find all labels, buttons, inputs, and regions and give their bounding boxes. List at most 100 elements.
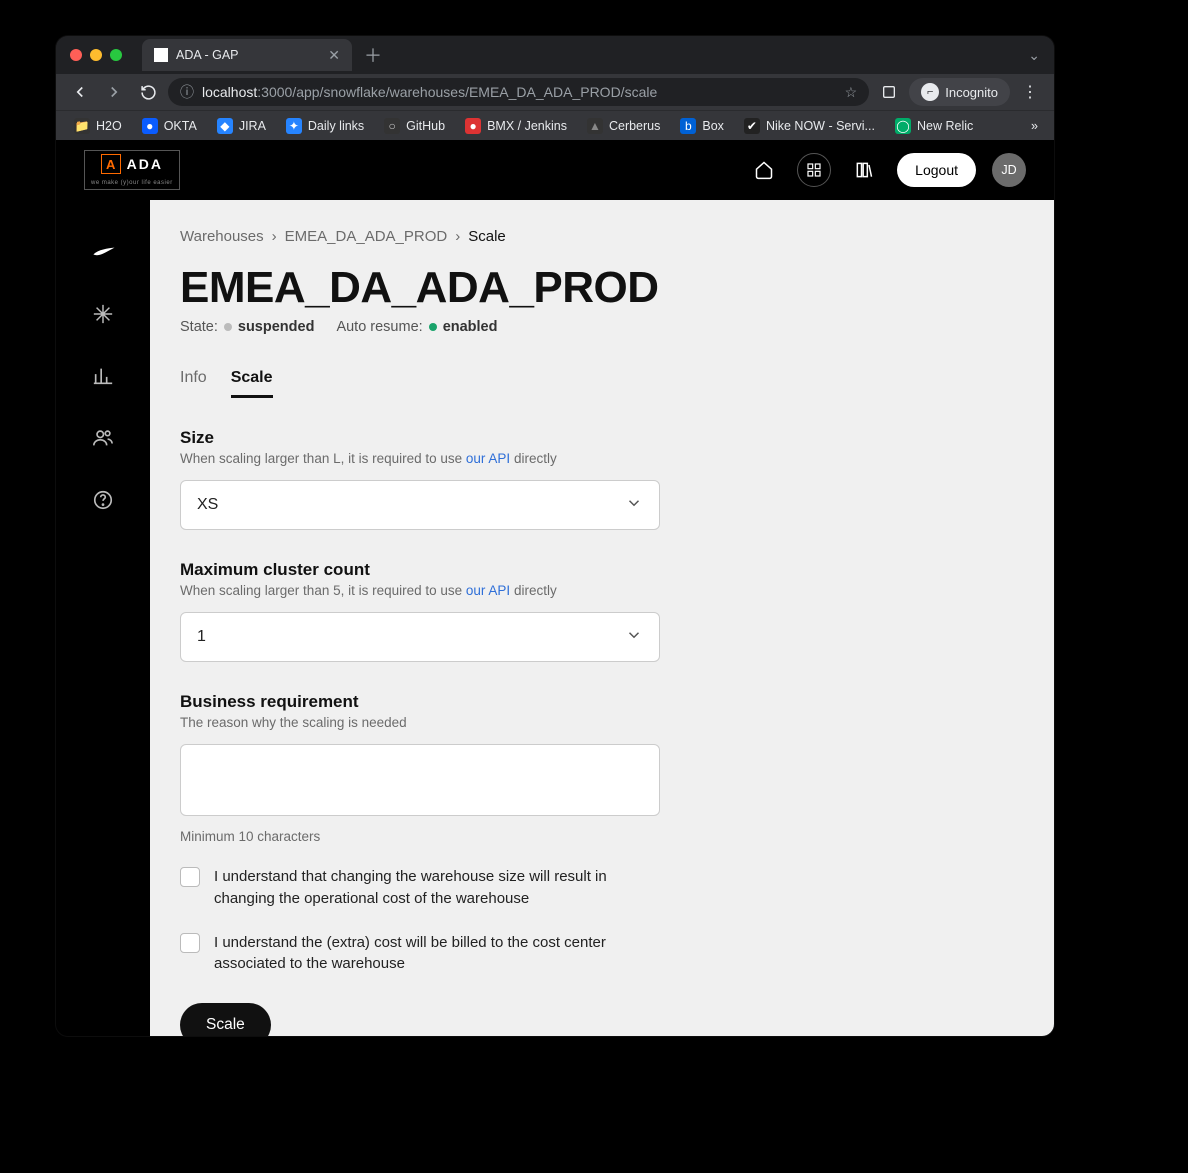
- state-label: State:: [180, 319, 218, 335]
- chevron-right-icon: ›: [272, 228, 277, 245]
- incognito-indicator[interactable]: ⌐ Incognito: [909, 78, 1010, 106]
- window-expand-icon[interactable]: ⌄: [1028, 47, 1040, 64]
- window-close-icon[interactable]: [70, 49, 82, 61]
- home-icon[interactable]: [747, 153, 781, 187]
- bookmark-item[interactable]: ✦Daily links: [278, 114, 372, 138]
- logo-mark-icon: A: [101, 154, 121, 174]
- bookmark-label: BMX / Jenkins: [487, 119, 567, 133]
- tab-scale[interactable]: Scale: [231, 369, 273, 398]
- bookmark-favicon-icon: ✦: [286, 118, 302, 134]
- bookmark-item[interactable]: 📁 H2O: [66, 114, 130, 138]
- cluster-help: When scaling larger than 5, it is requir…: [180, 583, 660, 598]
- logout-button[interactable]: Logout: [897, 153, 976, 187]
- help-text: directly: [510, 451, 557, 466]
- size-help: When scaling larger than L, it is requir…: [180, 451, 660, 466]
- bookmark-favicon-icon: ◯: [895, 118, 911, 134]
- bookmark-favicon-icon: ▲: [587, 118, 603, 134]
- bookmark-label: Cerberus: [609, 119, 660, 133]
- api-link[interactable]: our API: [466, 451, 510, 466]
- url-host: localhost: [202, 84, 257, 100]
- cluster-label: Maximum cluster count: [180, 560, 660, 580]
- reason-textarea[interactable]: [180, 744, 660, 816]
- ack-row-2: I understand the (extra) cost will be bi…: [180, 932, 660, 976]
- bookmarks-overflow-icon[interactable]: »: [1025, 119, 1044, 133]
- autoresume-label: Auto resume:: [336, 319, 422, 335]
- size-section: Size When scaling larger than L, it is r…: [180, 428, 660, 530]
- help-text: directly: [510, 583, 557, 598]
- app-frame: A ADA we make (y)our life easier Logout …: [56, 140, 1054, 1036]
- bookmark-item[interactable]: ✔ Nike NOW - Servi...: [736, 114, 883, 138]
- ack2-label: I understand the (extra) cost will be bi…: [214, 932, 660, 976]
- browser-tab[interactable]: ADA - GAP ✕: [142, 39, 352, 71]
- bookmark-favicon-icon: ●: [142, 118, 158, 134]
- bookmark-item[interactable]: ○GitHub: [376, 114, 453, 138]
- breadcrumb-item[interactable]: EMEA_DA_ADA_PROD: [285, 228, 448, 245]
- reason-min-help: Minimum 10 characters: [180, 829, 660, 844]
- content-tabs: Info Scale: [180, 369, 1024, 398]
- size-select[interactable]: XS: [180, 480, 660, 530]
- users-icon[interactable]: [91, 426, 115, 450]
- scale-submit-button[interactable]: Scale: [180, 1003, 271, 1036]
- autoresume-value: enabled: [443, 319, 498, 335]
- incognito-label: Incognito: [945, 85, 998, 100]
- url-path: :3000/app/snowflake/warehouses/EMEA_DA_A…: [257, 84, 657, 100]
- nav-forward-button[interactable]: [100, 78, 128, 106]
- breadcrumb-current: Scale: [468, 228, 506, 245]
- left-rail: [56, 200, 150, 1036]
- bookmark-label: Nike NOW - Servi...: [766, 119, 875, 133]
- cluster-section: Maximum cluster count When scaling large…: [180, 560, 660, 662]
- library-icon[interactable]: [847, 153, 881, 187]
- analytics-icon[interactable]: [91, 364, 115, 388]
- api-link[interactable]: our API: [466, 583, 510, 598]
- browser-window: ADA - GAP ✕ ＋ ⌄ ⓘ localhost:3000/app/sno…: [56, 36, 1054, 1036]
- ack-row-1: I understand that changing the warehouse…: [180, 866, 660, 910]
- bookmark-label: JIRA: [239, 119, 266, 133]
- bookmark-item[interactable]: ◯New Relic: [887, 114, 981, 138]
- url-bar[interactable]: ⓘ localhost:3000/app/snowflake/warehouse…: [168, 78, 869, 106]
- bookmark-favicon-icon: ✔: [744, 118, 760, 134]
- ack1-checkbox[interactable]: [180, 867, 200, 887]
- autoresume-status: Auto resume: enabled: [336, 319, 497, 335]
- extensions-icon[interactable]: [875, 78, 903, 106]
- bookmarks-bar: 📁 H2O ●OKTA◆JIRA✦Daily links○GitHub ● BMX / …: [56, 110, 1054, 140]
- reason-help: The reason why the scaling is needed: [180, 715, 660, 730]
- ack2-checkbox[interactable]: [180, 933, 200, 953]
- bookmark-favicon-icon: 📁: [74, 118, 90, 134]
- reason-label: Business requirement: [180, 692, 660, 712]
- browser-toolbar: ⓘ localhost:3000/app/snowflake/warehouse…: [56, 74, 1054, 110]
- avatar[interactable]: JD: [992, 153, 1026, 187]
- browser-menu-icon[interactable]: ⋮: [1016, 78, 1044, 106]
- window-zoom-icon[interactable]: [110, 49, 122, 61]
- tab-close-icon[interactable]: ✕: [328, 47, 340, 64]
- bookmark-favicon-icon: ●: [465, 118, 481, 134]
- tab-title: ADA - GAP: [176, 48, 239, 62]
- traffic-lights: [70, 49, 122, 61]
- status-row: State: suspended Auto resume: enabled: [180, 319, 1024, 335]
- breadcrumb-item[interactable]: Warehouses: [180, 228, 264, 245]
- breadcrumb: Warehouses › EMEA_DA_ADA_PROD › Scale: [180, 228, 1024, 245]
- app-body: Warehouses › EMEA_DA_ADA_PROD › Scale EM…: [56, 200, 1054, 1036]
- snowflake-icon[interactable]: [91, 302, 115, 326]
- bookmark-item[interactable]: ● BMX / Jenkins: [457, 114, 575, 138]
- tab-favicon-icon: [154, 48, 168, 62]
- bookmark-item[interactable]: ●OKTA: [134, 114, 205, 138]
- app-logo[interactable]: A ADA we make (y)our life easier: [84, 150, 180, 190]
- bookmark-star-icon[interactable]: ☆: [845, 84, 858, 101]
- nav-back-button[interactable]: [66, 78, 94, 106]
- ack1-label: I understand that changing the warehouse…: [214, 866, 660, 910]
- cluster-select[interactable]: 1: [180, 612, 660, 662]
- apps-grid-icon[interactable]: [797, 153, 831, 187]
- content-area: Warehouses › EMEA_DA_ADA_PROD › Scale EM…: [150, 200, 1054, 1036]
- chevron-down-icon: [625, 494, 643, 517]
- window-minimize-icon[interactable]: [90, 49, 102, 61]
- nav-reload-button[interactable]: [134, 78, 162, 106]
- help-icon[interactable]: [91, 488, 115, 512]
- bookmark-item[interactable]: bBox: [672, 114, 732, 138]
- new-tab-button[interactable]: ＋: [364, 42, 382, 68]
- brand-swoosh-icon[interactable]: [91, 240, 115, 264]
- tab-info[interactable]: Info: [180, 369, 207, 398]
- bookmark-item[interactable]: ◆JIRA: [209, 114, 274, 138]
- bookmark-label: H2O: [96, 119, 122, 133]
- bookmark-item[interactable]: ▲ Cerberus: [579, 114, 668, 138]
- site-info-icon[interactable]: ⓘ: [180, 82, 194, 102]
